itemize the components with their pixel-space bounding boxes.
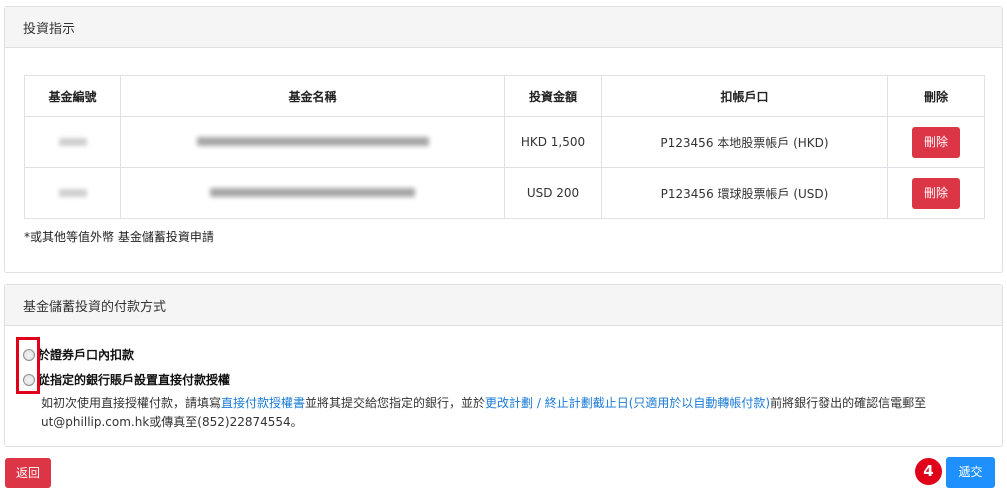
info-text-1: 如初次使用直接授權付款，請填寫 [41,396,222,410]
payment-method-header: 基金儲蓄投資的付款方式 [5,285,1002,326]
delete-cell: 刪除 [887,116,985,168]
fund-code-cell [24,116,121,168]
column-header-amount: 投資金額 [504,75,602,117]
investment-instructions-card: 投資指示 基金編號 基金名稱 投資金額 扣帳戶口 刪除 HKD 1,500 P1… [4,6,1003,273]
fund-name-cell [120,167,505,219]
payment-option-label[interactable]: 從指定的銀行賬戶設置直接付款授權 [38,371,230,388]
column-header-debit-account: 扣帳戶口 [601,75,888,117]
amount-cell: USD 200 [504,167,602,219]
redacted-fund-name [196,137,429,146]
info-text-3: 前將銀行發出的確認信電郵至 [770,396,927,410]
debit-account-cell: P123456 本地股票帳戶 (HKD) [601,116,888,168]
submit-button[interactable]: 遞交 [946,457,995,488]
fund-code-cell [24,167,121,219]
currency-note: *或其他等值外幣 基金儲蓄投資申請 [24,230,214,244]
investment-instructions-header: 投資指示 [5,7,1002,48]
table-row: USD 200 P123456 環球股票帳戶 (USD) 刪除 [24,167,985,219]
direct-debit-info: 如初次使用直接授權付款，請填寫直接付款授權書並將其提交給您指定的銀行，並於更改計… [41,394,981,432]
column-header-delete: 刪除 [887,75,985,117]
column-header-fund-name: 基金名稱 [120,75,505,117]
direct-debit-form-link[interactable]: 直接付款授權書 [221,396,305,410]
highlight-box [16,337,40,394]
redacted-fund-code [58,138,87,146]
info-text-4: ut@phillip.com.hk或傳真至(852)22874554。 [41,415,303,429]
payment-option-direct-debit[interactable]: 從指定的銀行賬戶設置直接付款授權 [23,371,230,388]
step-badge: 4 [915,458,942,485]
delete-button[interactable]: 刪除 [912,126,960,158]
payment-method-card: 基金儲蓄投資的付款方式 於證券戶口內扣款 從指定的銀行賬戶設置直接付款授權 如初… [4,284,1003,447]
table-header-row: 基金編號 基金名稱 投資金額 扣帳戶口 刪除 [24,75,985,117]
payment-method-title: 基金儲蓄投資的付款方式 [23,299,167,315]
fund-table: 基金編號 基金名稱 投資金額 扣帳戶口 刪除 HKD 1,500 P123456… [24,75,985,219]
fund-name-cell [120,116,505,168]
redacted-fund-name [210,188,415,197]
cutoff-date-link[interactable]: 更改計劃 / 終止計劃截止日(只適用於以自動轉帳付款) [485,396,770,410]
investment-instructions-title: 投資指示 [23,21,76,37]
amount-cell: HKD 1,500 [504,116,602,168]
column-header-fund-code: 基金編號 [24,75,121,117]
table-row: HKD 1,500 P123456 本地股票帳戶 (HKD) 刪除 [24,116,985,168]
debit-account-cell: P123456 環球股票帳戶 (USD) [601,167,888,219]
back-button[interactable]: 返回 [5,458,51,488]
delete-button[interactable]: 刪除 [912,177,960,209]
delete-cell: 刪除 [887,167,985,219]
info-text-2: 並將其提交給您指定的銀行，並於 [305,396,486,410]
redacted-fund-code [58,189,87,197]
payment-option-label[interactable]: 於證券戶口內扣款 [38,346,134,363]
